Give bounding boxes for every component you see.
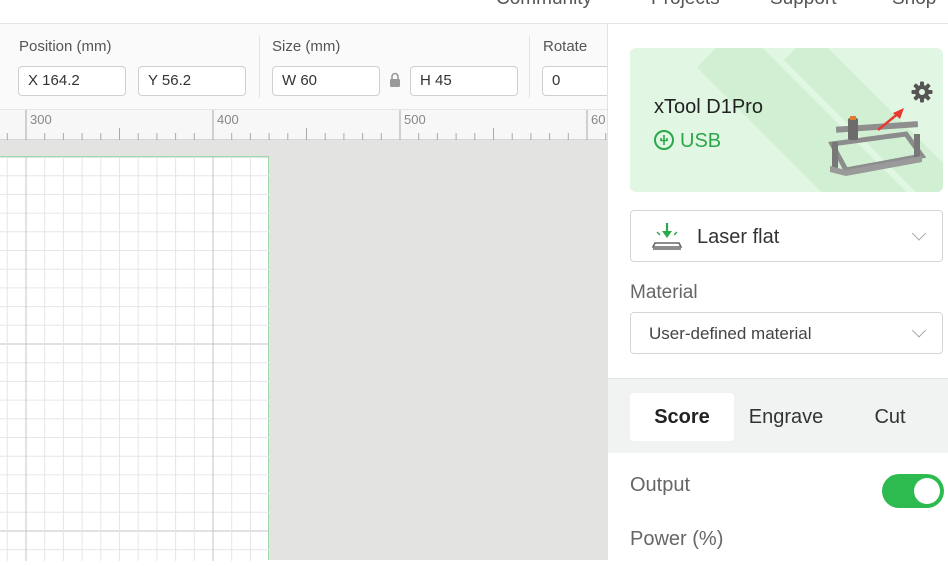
ruler-label: 60 (591, 112, 606, 127)
size-height-input[interactable]: H 45 (410, 66, 518, 96)
device-name: xTool D1Pro (654, 96, 763, 118)
divider (259, 36, 260, 98)
processing-mode-select[interactable]: Laser flat (630, 210, 943, 262)
rotate-label: Rotate (543, 38, 588, 55)
nav-link-community[interactable]: Community (496, 0, 592, 10)
lock-icon[interactable] (389, 72, 401, 88)
tab-engrave[interactable]: Engrave (734, 393, 838, 441)
nav-link-shop[interactable]: Shop (892, 0, 936, 10)
chevron-down-icon (911, 226, 927, 241)
power-label: Power (%) (630, 528, 724, 550)
work-area-grid[interactable] (0, 156, 269, 561)
laser-flat-icon (651, 223, 683, 250)
ruler-label: 500 (404, 112, 426, 127)
rotate-group: Rotate 0 (529, 24, 622, 110)
output-label: Output (630, 474, 691, 496)
tab-score[interactable]: Score (630, 393, 734, 441)
grid-lines (0, 156, 269, 561)
work-canvas[interactable] (0, 140, 607, 561)
right-panel: xTool D1Pro USB Laser flat Material User… (607, 24, 948, 560)
connection-label: USB (680, 130, 722, 152)
nav-link-support[interactable]: Support (770, 0, 837, 10)
processing-mode-value: Laser flat (697, 226, 780, 248)
tab-cut[interactable]: Cut (838, 393, 942, 441)
size-width-input[interactable]: W 60 (272, 66, 380, 96)
top-nav: Community Projects Support Shop (0, 0, 948, 24)
position-label: Position (mm) (19, 38, 112, 55)
toggle-knob (914, 478, 940, 504)
device-card[interactable]: xTool D1Pro USB (630, 48, 943, 192)
usb-icon (654, 130, 674, 150)
output-toggle[interactable] (882, 474, 944, 508)
ruler-label: 300 (30, 112, 52, 127)
size-group: Size (mm) W 60 H 45 (259, 24, 529, 110)
position-y-input[interactable]: Y 56.2 (138, 66, 246, 96)
annotation-arrow-icon (877, 108, 904, 131)
chevron-down-icon (911, 323, 927, 338)
connection-status: USB (654, 130, 721, 153)
ruler-label: 400 (217, 112, 239, 127)
material-label: Material (630, 282, 698, 303)
ruler-ticks (6, 110, 607, 140)
process-tabs: Score Engrave Cut (608, 378, 948, 453)
gear-icon[interactable] (910, 80, 934, 104)
horizontal-ruler: 300 400 500 60 (0, 110, 607, 140)
size-label: Size (mm) (272, 38, 341, 55)
nav-link-projects[interactable]: Projects (651, 0, 720, 10)
material-select[interactable]: User-defined material (630, 312, 943, 354)
position-group: Position (mm) X 164.2 Y 56.2 (0, 24, 260, 110)
position-x-input[interactable]: X 164.2 (18, 66, 126, 96)
properties-toolbar: Position (mm) X 164.2 Y 56.2 Size (mm) W… (0, 24, 622, 110)
material-value: User-defined material (649, 324, 812, 343)
divider (529, 36, 530, 98)
